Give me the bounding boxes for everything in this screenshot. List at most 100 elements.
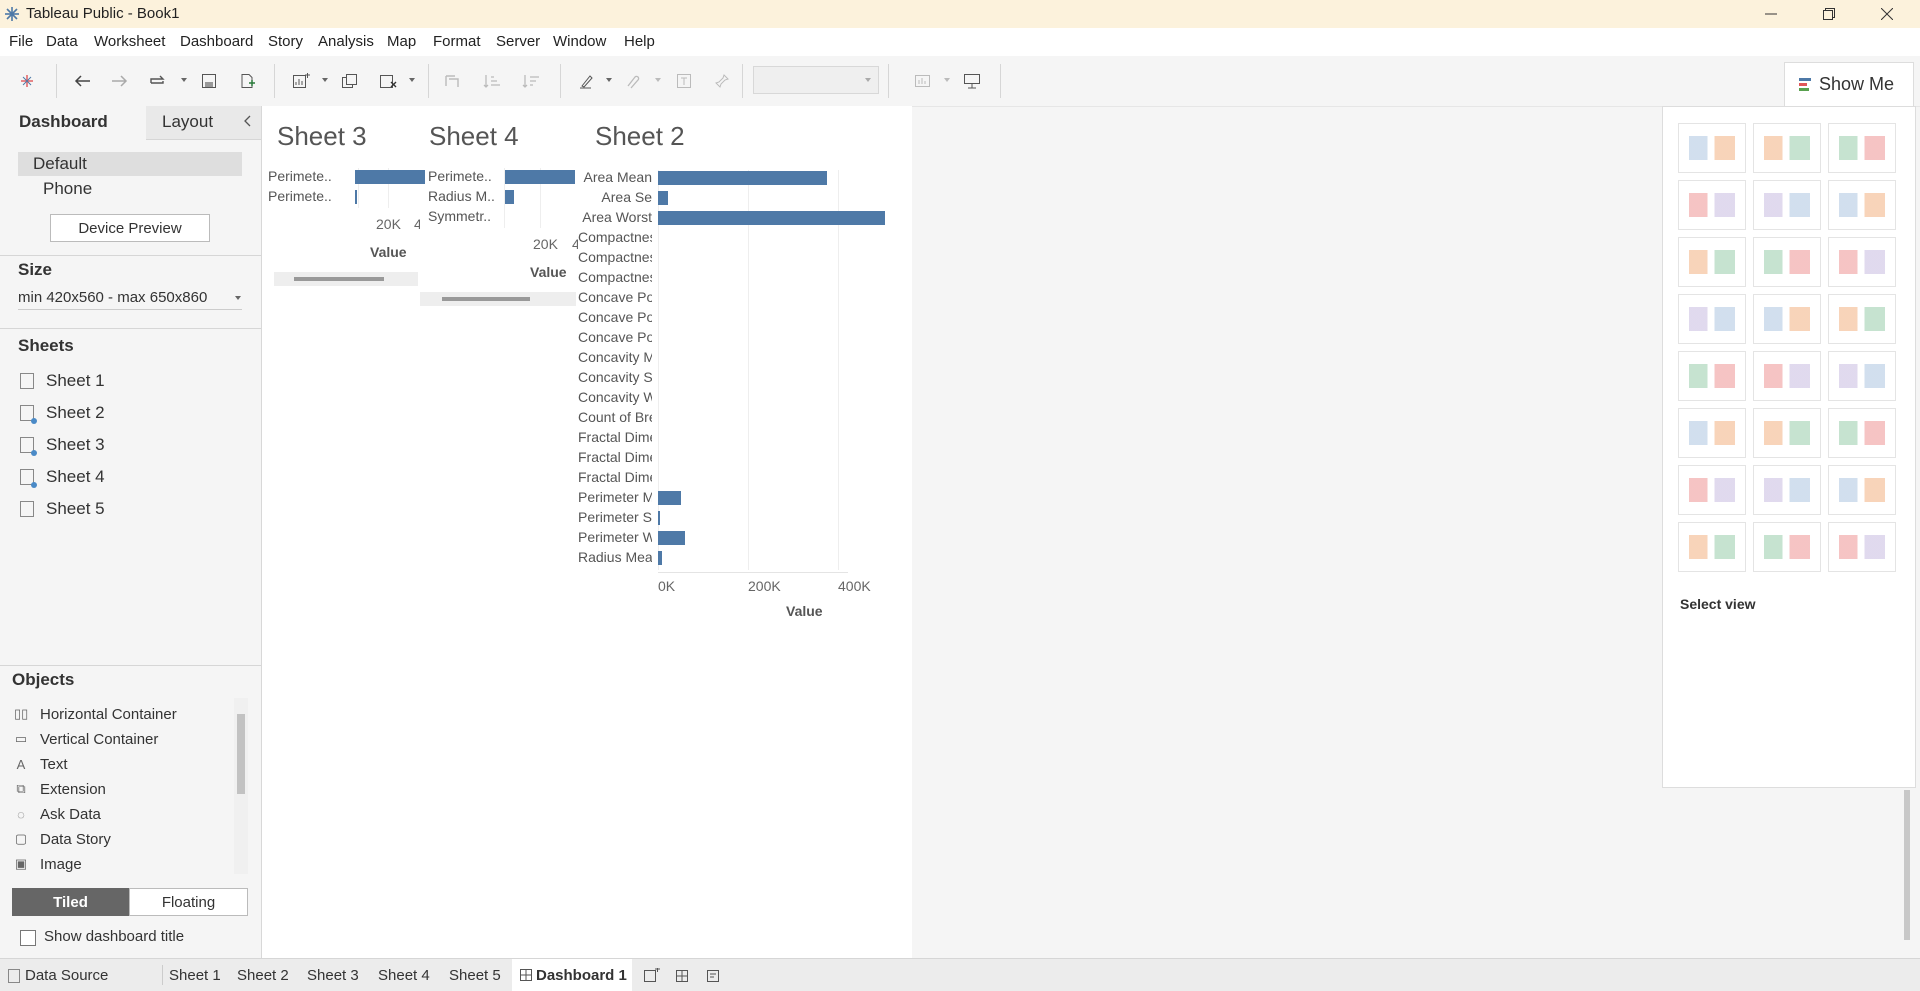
menu-analysis[interactable]: Analysis — [318, 33, 374, 50]
dual-lines-chart-icon[interactable] — [1828, 351, 1896, 401]
tab-sheet-4[interactable]: Sheet 4 — [378, 967, 430, 984]
restore-button[interactable] — [1806, 0, 1852, 28]
filled-map-chart-icon[interactable] — [1753, 180, 1821, 230]
sheet-list-item-3[interactable]: Sheet 3 — [20, 433, 105, 457]
new-story-tab-icon[interactable] — [707, 968, 723, 982]
replay-icon[interactable] — [146, 70, 170, 92]
sheet-list-item-5[interactable]: Sheet 5 — [20, 497, 105, 521]
show-me-button[interactable]: Show Me — [1784, 62, 1914, 107]
sheet-list-item-4[interactable]: Sheet 4 — [20, 465, 105, 489]
save-icon[interactable] — [197, 70, 221, 92]
redo-icon[interactable] — [108, 70, 132, 92]
object-ask-data[interactable]: ◌ Ask Data — [14, 804, 101, 824]
close-button[interactable] — [1864, 0, 1910, 28]
menu-server[interactable]: Server — [496, 33, 540, 50]
sheet4-bar[interactable] — [505, 170, 575, 184]
gantt-chart-chart-icon[interactable] — [1678, 522, 1746, 572]
tab-data-source[interactable]: Data Source — [25, 967, 108, 984]
sheet2-bar[interactable] — [658, 491, 682, 505]
menu-help[interactable]: Help — [624, 33, 655, 50]
tab-sheet-3[interactable]: Sheet 3 — [307, 967, 359, 984]
device-default[interactable]: Default — [18, 152, 242, 176]
object-extension[interactable]: ⧉ Extension — [14, 779, 106, 799]
box-whisker-chart-icon[interactable] — [1828, 465, 1896, 515]
packed-bubbles-chart-icon[interactable] — [1828, 522, 1896, 572]
menu-window[interactable]: Window — [553, 33, 606, 50]
pie-chart-chart-icon[interactable] — [1828, 180, 1896, 230]
collapse-panel-icon[interactable] — [244, 115, 252, 127]
tab-dashboard[interactable]: Dashboard — [0, 106, 146, 140]
sheet4-scrollbar[interactable] — [420, 292, 576, 306]
sheet3-bar[interactable] — [355, 170, 425, 184]
sheet-list-item-1[interactable]: Sheet 1 — [20, 369, 105, 393]
tableau-home-icon[interactable] — [15, 70, 39, 92]
tiled-toggle[interactable]: Tiled — [12, 888, 129, 916]
sheet2-bar[interactable] — [658, 171, 827, 185]
sheet4-view[interactable]: Sheet 4 Perimete.. Radius M.. Symmetr.. … — [420, 106, 578, 316]
tab-sheet-2[interactable]: Sheet 2 — [237, 967, 289, 984]
tab-sheet-5[interactable]: Sheet 5 — [449, 967, 501, 984]
object-horizontal-container[interactable]: ▯▯ Horizontal Container — [14, 704, 177, 724]
area-discrete-chart-icon[interactable] — [1753, 408, 1821, 458]
device-preview-button[interactable]: Device Preview — [50, 214, 210, 242]
object-image[interactable]: ▣ Image — [14, 854, 82, 874]
undo-icon[interactable] — [70, 70, 94, 92]
menu-map[interactable]: Map — [387, 33, 416, 50]
sheet4-bar[interactable] — [505, 190, 515, 204]
area-continuous-chart-icon[interactable] — [1678, 408, 1746, 458]
symbol-map-chart-icon[interactable] — [1678, 180, 1746, 230]
highlight-table-chart-icon[interactable] — [1828, 123, 1896, 173]
new-worksheet-icon[interactable] — [289, 70, 313, 92]
continuous-lines-chart-icon[interactable] — [1678, 351, 1746, 401]
horizontal-bars-chart-icon[interactable] — [1678, 237, 1746, 287]
sheet3-view[interactable]: Sheet 3 Perimete.. Perimete.. 20K 4( Val… — [262, 106, 425, 306]
floating-toggle[interactable]: Floating — [129, 888, 248, 916]
sheet3-scrollbar[interactable] — [274, 272, 418, 286]
sheet2-view[interactable]: Sheet 2 Area Mean Area Se Area Worst Compac… — [578, 106, 912, 626]
show-title-checkbox[interactable] — [20, 930, 36, 946]
histogram-chart-icon[interactable] — [1753, 465, 1821, 515]
side-by-side-bars-chart-icon[interactable] — [1828, 237, 1896, 287]
sheet2-bar[interactable] — [658, 551, 662, 565]
sheet2-bar[interactable] — [658, 511, 660, 525]
duplicate-sheet-icon[interactable] — [338, 70, 362, 92]
canvas-scrollbar[interactable] — [1904, 790, 1910, 940]
sheet2-bar[interactable] — [658, 531, 686, 545]
scatter-plot-chart-icon[interactable] — [1678, 465, 1746, 515]
sheet2-bar[interactable] — [658, 211, 886, 225]
dual-combination-chart-icon[interactable] — [1828, 408, 1896, 458]
tab-dashboard-1[interactable]: Dashboard 1 — [512, 959, 632, 991]
highlight-icon[interactable] — [575, 70, 599, 92]
heat-map-chart-icon[interactable] — [1753, 123, 1821, 173]
new-dashboard-tab-icon[interactable] — [676, 968, 692, 982]
size-dropdown[interactable]: min 420x560 - max 650x860 — [18, 287, 242, 310]
menu-data[interactable]: Data — [46, 33, 78, 50]
tab-layout[interactable]: Layout — [146, 106, 261, 140]
object-vertical-container[interactable]: ▭ Vertical Container — [14, 729, 159, 749]
device-phone[interactable]: Phone — [43, 179, 92, 199]
bullet-graph-chart-icon[interactable] — [1753, 522, 1821, 572]
treemap-chart-icon[interactable] — [1678, 294, 1746, 344]
tab-sheet-1[interactable]: Sheet 1 — [169, 967, 221, 984]
sheet2-bar[interactable] — [658, 191, 669, 205]
menu-file[interactable]: File — [9, 33, 33, 50]
menu-dashboard[interactable]: Dashboard — [180, 33, 253, 50]
new-worksheet-tab-icon[interactable] — [644, 968, 660, 982]
stacked-bars-chart-icon[interactable] — [1753, 237, 1821, 287]
menu-format[interactable]: Format — [433, 33, 481, 50]
menu-worksheet[interactable]: Worksheet — [94, 33, 165, 50]
presentation-mode-icon[interactable] — [960, 70, 984, 92]
object-data-story[interactable]: ▢ Data Story — [14, 829, 111, 849]
clear-sheet-icon[interactable] — [376, 70, 400, 92]
objects-scrollbar[interactable] — [234, 698, 248, 874]
circle-view-chart-icon[interactable] — [1753, 294, 1821, 344]
sheet3-bar[interactable] — [355, 190, 357, 204]
text-table-chart-icon[interactable] — [1678, 123, 1746, 173]
discrete-lines-chart-icon[interactable] — [1753, 351, 1821, 401]
sheet-list-item-2[interactable]: Sheet 2 — [20, 401, 105, 425]
minimize-button[interactable] — [1748, 0, 1794, 28]
menu-story[interactable]: Story — [268, 33, 303, 50]
object-text[interactable]: A Text — [14, 754, 68, 774]
new-data-source-icon[interactable] — [235, 70, 259, 92]
side-by-side-circles-chart-icon[interactable] — [1828, 294, 1896, 344]
